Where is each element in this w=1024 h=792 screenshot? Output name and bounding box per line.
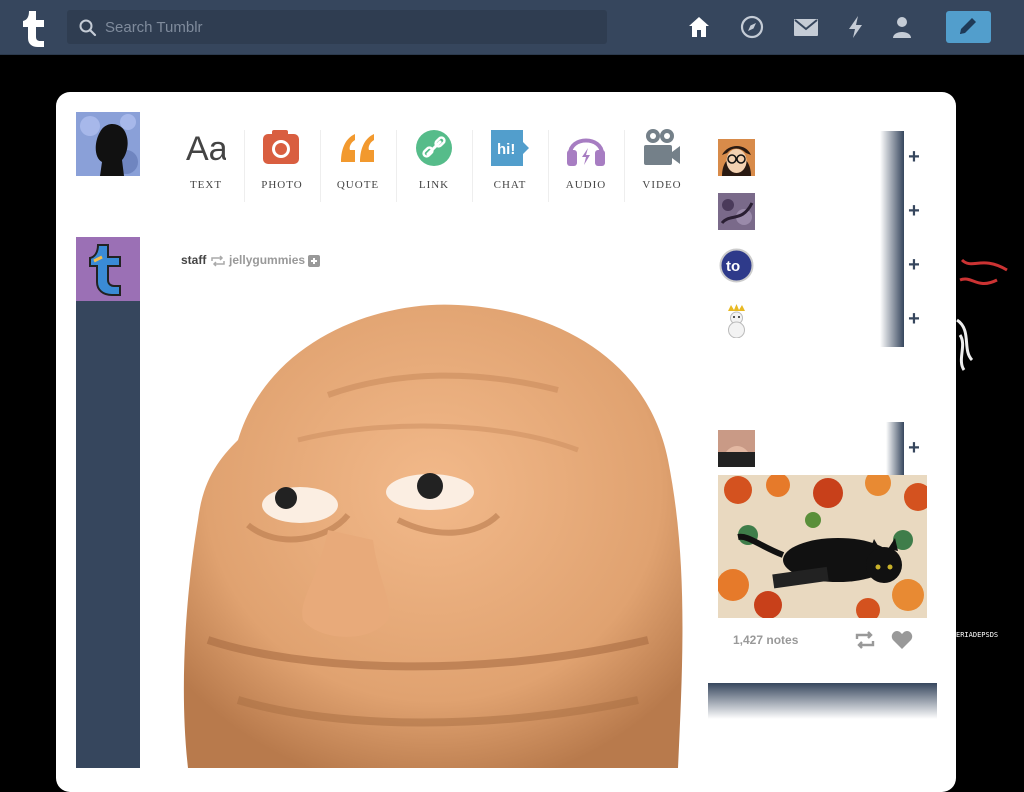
post-type-label: LINK (418, 179, 450, 191)
chat-icon: hi! (490, 124, 530, 168)
svg-text:hi!: hi! (497, 141, 515, 158)
quote-icon (338, 124, 378, 168)
reblogged-from-link[interactable]: jellygummies (229, 253, 305, 267)
post-type-bar: Aa TEXT PHOTO QUOTE LINK hi! CHAT AUDIO (168, 120, 700, 210)
gradient-fade (880, 293, 904, 347)
post-type-label: AUDIO (565, 179, 607, 191)
follow-button[interactable]: + (904, 147, 924, 167)
user-avatar[interactable] (76, 112, 140, 176)
home-icon[interactable] (686, 14, 712, 40)
recommended-blog-item: to + (718, 239, 920, 293)
notes-count[interactable]: 1,427 notes (733, 633, 798, 647)
video-icon (642, 124, 682, 168)
gradient-fade (880, 239, 904, 293)
inbox-icon[interactable] (793, 14, 819, 40)
decorative-figure (952, 250, 1012, 405)
post-header: staff jellygummies (181, 252, 321, 268)
pencil-icon (960, 18, 976, 34)
post-chat-button[interactable]: hi! CHAT (472, 120, 548, 210)
avatar-to[interactable]: to (718, 247, 755, 284)
post-image[interactable] (178, 300, 684, 768)
follow-button[interactable]: + (904, 309, 924, 329)
post-type-label: PHOTO (261, 179, 303, 191)
recommended-blog-item: + (718, 185, 920, 239)
sidebar-bottom-fade (708, 683, 937, 719)
search-icon (79, 19, 97, 37)
avatar-photo[interactable] (718, 430, 755, 467)
explore-icon[interactable] (739, 14, 765, 40)
search-box[interactable] (67, 10, 607, 44)
search-input[interactable] (105, 10, 585, 44)
post-type-label: CHAT (493, 179, 527, 191)
post-author-link[interactable]: staff (181, 253, 206, 267)
post-photo-button[interactable]: PHOTO (244, 120, 320, 210)
post-type-label: TEXT (189, 179, 223, 191)
account-icon[interactable] (889, 14, 915, 40)
link-icon (414, 124, 454, 168)
post-type-label: QUOTE (336, 179, 380, 191)
follow-plus-icon[interactable] (308, 253, 321, 267)
top-navigation-bar (0, 0, 1024, 55)
gradient-fade (880, 131, 904, 185)
avatar-snowman[interactable] (718, 301, 755, 339)
audio-icon (566, 124, 606, 168)
reblog-icon[interactable] (854, 630, 876, 655)
post-type-label: VIDEO (642, 179, 682, 191)
follow-button[interactable]: + (904, 255, 924, 275)
post-video-button[interactable]: VIDEO (624, 120, 700, 210)
recommended-blog-item: + (718, 293, 920, 347)
svg-text:Aa: Aa (186, 130, 226, 168)
heart-icon[interactable] (891, 630, 913, 655)
reblog-icon (210, 253, 229, 267)
gradient-fade (886, 422, 904, 476)
photo-icon (262, 124, 302, 168)
recommended-blog-item: + (718, 422, 920, 476)
avatar-to-label: to (726, 258, 740, 275)
tumblr-logo-icon[interactable] (16, 8, 50, 48)
activity-icon[interactable] (843, 14, 869, 40)
post-link-button[interactable]: LINK (396, 120, 472, 210)
compose-button[interactable] (946, 11, 991, 43)
text-icon: Aa (186, 124, 228, 168)
post-quote-button[interactable]: QUOTE (320, 120, 396, 210)
radar-post-image[interactable] (718, 475, 927, 618)
follow-button[interactable]: + (904, 438, 924, 458)
side-label: ERIADEPSDS (956, 631, 999, 639)
gradient-fade (880, 185, 904, 239)
staff-avatar[interactable] (76, 237, 140, 301)
post-audio-button[interactable]: AUDIO (548, 120, 624, 210)
post-side-column (76, 237, 140, 768)
avatar-glasses[interactable] (718, 139, 755, 176)
follow-button[interactable]: + (904, 201, 924, 221)
post-text-button[interactable]: Aa TEXT (168, 120, 244, 210)
recommended-blog-item: + (718, 131, 920, 185)
avatar-tattoo[interactable] (718, 193, 755, 230)
